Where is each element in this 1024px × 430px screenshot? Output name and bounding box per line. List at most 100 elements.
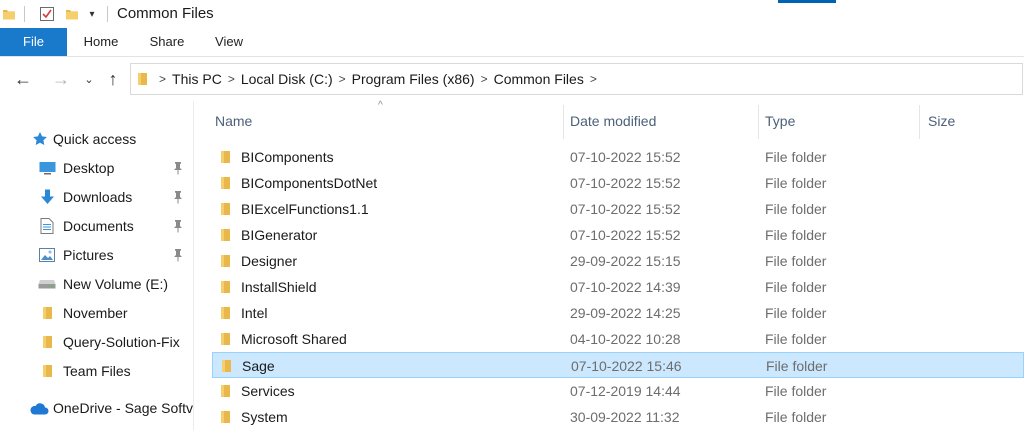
file-date-modified: 30-09-2022 11:32 (570, 409, 680, 425)
sidebar-item-label: OneDrive - Sage Softv (53, 400, 194, 416)
table-row[interactable]: Intel 29-09-2022 14:25 File folder (212, 300, 1024, 326)
sidebar-item-november[interactable]: November (0, 300, 193, 326)
file-name: InstallShield (241, 279, 317, 295)
folder-icon (221, 359, 235, 373)
table-row[interactable]: Services 07-12-2019 14:44 File folder (212, 378, 1024, 404)
desktop-icon (39, 161, 56, 175)
column-header-date-modified[interactable]: Date modified (570, 101, 755, 139)
back-arrow-icon: ← (14, 68, 32, 89)
folder-icon (137, 72, 153, 86)
file-date-modified: 07-10-2022 15:52 (570, 149, 681, 165)
sidebar-item-quick-access[interactable]: Quick access (0, 126, 193, 152)
forward-button[interactable]: → (50, 68, 72, 90)
table-row[interactable]: InstallShield 07-10-2022 14:39 File folder (212, 274, 1024, 300)
file-date-modified: 29-09-2022 14:25 (570, 305, 681, 321)
tab-home[interactable]: Home (74, 28, 128, 56)
title-bar: ▾ Common Files (0, 0, 1024, 28)
file-date-modified: 29-09-2022 15:15 (570, 253, 681, 269)
folder-icon (220, 280, 234, 294)
sidebar-item-team-files[interactable]: Team Files (0, 358, 193, 384)
breadcrumb-this-pc[interactable]: This PC (172, 71, 222, 87)
column-divider[interactable] (919, 105, 920, 139)
properties-button[interactable] (38, 5, 56, 23)
properties-icon (40, 7, 54, 21)
sidebar-item-label: Quick access (53, 131, 137, 147)
column-header-name[interactable]: Name (215, 101, 560, 139)
column-header-size[interactable]: Size (928, 101, 1018, 139)
table-row[interactable]: BIExcelFunctions1.1 07-10-2022 15:52 File … (212, 196, 1024, 222)
back-button[interactable]: ← (12, 68, 34, 90)
sidebar-item-label: Pictures (63, 247, 114, 263)
sidebar-item-desktop[interactable]: Desktop (0, 155, 193, 181)
file-list: BIComponents 07-10-2022 15:52 File folder B… (194, 144, 1024, 430)
tab-file[interactable]: File (0, 28, 67, 56)
file-type: File folder (765, 331, 827, 347)
table-row[interactable]: Microsoft Shared 04-10-2022 10:28 File fol… (212, 326, 1024, 352)
sidebar-item-onedrive[interactable]: OneDrive - Sage Softv (0, 395, 193, 421)
title-accent-bar (778, 0, 836, 3)
sidebar-item-label: Team Files (63, 363, 131, 379)
address-bar[interactable]: > This PC > Local Disk (C:) > Program Fi… (130, 63, 1023, 95)
sidebar-item-query-solution-fix[interactable]: Query-Solution-Fix (0, 329, 193, 355)
up-arrow-icon: ↑ (108, 68, 118, 89)
pin-icon[interactable] (172, 219, 184, 233)
downloads-icon (40, 189, 55, 205)
file-name: Sage (242, 358, 275, 374)
navigation-pane: Quick access Desktop Downloads Documents (0, 101, 194, 430)
breadcrumb-separator[interactable]: > (481, 72, 488, 86)
sidebar-item-pictures[interactable]: Pictures (0, 242, 193, 268)
sidebar-item-new-volume[interactable]: New Volume (E:) (0, 271, 193, 297)
column-divider[interactable] (563, 105, 564, 139)
file-type: File folder (765, 227, 827, 243)
column-divider[interactable] (758, 105, 759, 139)
pin-icon[interactable] (172, 161, 184, 175)
navigation-bar: ← → ⌄ ↑ > This PC > Local Disk (C:) > Pr… (0, 57, 1024, 101)
table-row[interactable]: System 30-09-2022 11:32 File folder (212, 404, 1024, 430)
breadcrumb-separator[interactable]: > (159, 72, 166, 86)
new-folder-button[interactable] (64, 5, 80, 23)
pin-icon[interactable] (172, 190, 184, 204)
breadcrumb-local-disk[interactable]: Local Disk (C:) (241, 71, 333, 87)
breadcrumb-separator[interactable]: > (339, 72, 346, 86)
window-title: Common Files (117, 5, 214, 22)
folder-icon (220, 384, 234, 398)
tab-view[interactable]: View (204, 28, 254, 56)
table-row[interactable]: BIComponents 07-10-2022 15:52 File folder (212, 144, 1024, 170)
pictures-icon (39, 248, 55, 262)
file-type: File folder (765, 149, 827, 165)
documents-icon (40, 218, 54, 234)
table-row[interactable]: Sage 07-10-2022 15:46 File folder (212, 352, 1024, 378)
breadcrumb-common-files[interactable]: Common Files (494, 71, 584, 87)
recent-locations-button[interactable]: ⌄ (82, 68, 96, 90)
folder-icon (42, 335, 54, 349)
up-button[interactable]: ↑ (102, 68, 124, 90)
sidebar-item-documents[interactable]: Documents (0, 213, 193, 239)
tab-share[interactable]: Share (140, 28, 194, 56)
column-header-type[interactable]: Type (765, 101, 915, 139)
table-row[interactable]: Designer 29-09-2022 15:15 File folder (212, 248, 1024, 274)
forward-arrow-icon: → (52, 68, 70, 89)
breadcrumb-separator[interactable]: > (228, 72, 235, 86)
file-type: File folder (765, 201, 827, 217)
file-name: Microsoft Shared (241, 331, 347, 347)
table-row[interactable]: BIComponentsDotNet 07-10-2022 15:52 File f… (212, 170, 1024, 196)
file-date-modified: 07-12-2019 14:44 (570, 383, 681, 399)
folder-icon (42, 364, 54, 378)
breadcrumb-program-files-x86[interactable]: Program Files (x86) (352, 71, 475, 87)
file-date-modified: 07-10-2022 14:39 (570, 279, 681, 295)
customize-toolbar-button[interactable]: ▾ (86, 5, 98, 23)
sidebar-item-downloads[interactable]: Downloads (0, 184, 193, 210)
toolbar-divider (107, 6, 108, 22)
folder-icon (220, 410, 234, 424)
drive-icon (38, 279, 56, 289)
cloud-icon (29, 402, 49, 415)
breadcrumb-separator[interactable]: > (590, 72, 597, 86)
file-name: BIComponents (241, 149, 334, 165)
table-row[interactable]: BIGenerator 07-10-2022 15:52 File folder (212, 222, 1024, 248)
sidebar-item-label: Query-Solution-Fix (63, 334, 180, 350)
file-type: File folder (765, 383, 827, 399)
column-headers: ^ Name Date modified Type Size (194, 100, 1024, 139)
folder-icon (2, 5, 16, 23)
file-name: System (241, 409, 288, 425)
pin-icon[interactable] (172, 248, 184, 262)
